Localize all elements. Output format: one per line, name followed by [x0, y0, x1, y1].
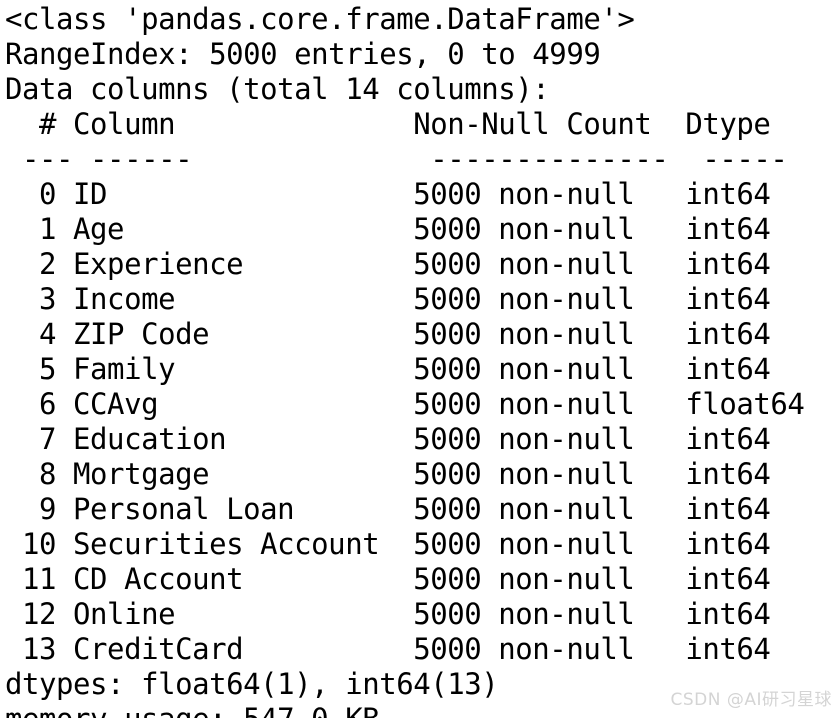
terminal-line-7: 2 Experience 5000 non-null int64 [5, 247, 771, 281]
terminal-line-4: --- ------ -------------- ----- [5, 142, 788, 176]
terminal-line-9: 4 ZIP Code 5000 non-null int64 [5, 317, 771, 351]
terminal-line-14: 9 Personal Loan 5000 non-null int64 [5, 492, 771, 526]
terminal-line-6: 1 Age 5000 non-null int64 [5, 212, 771, 246]
terminal-line-0: <class 'pandas.core.frame.DataFrame'> [5, 2, 635, 36]
terminal-line-17: 12 Online 5000 non-null int64 [5, 597, 771, 631]
terminal-line-1: RangeIndex: 5000 entries, 0 to 4999 [5, 37, 601, 71]
terminal-line-12: 7 Education 5000 non-null int64 [5, 422, 771, 456]
terminal-line-2: Data columns (total 14 columns): [5, 72, 550, 106]
terminal-line-8: 3 Income 5000 non-null int64 [5, 282, 771, 316]
terminal-output-text: <class 'pandas.core.frame.DataFrame'> Ran… [5, 2, 805, 718]
terminal-line-3: # Column Non-Null Count Dtype [5, 107, 771, 141]
terminal-line-10: 5 Family 5000 non-null int64 [5, 352, 771, 386]
terminal-line-16: 11 CD Account 5000 non-null int64 [5, 562, 771, 596]
terminal-line-18: 13 CreditCard 5000 non-null int64 [5, 632, 771, 666]
terminal-line-15: 10 Securities Account 5000 non-null int6… [5, 527, 771, 561]
terminal-line-11: 6 CCAvg 5000 non-null float64 [5, 387, 805, 421]
terminal-line-5: 0 ID 5000 non-null int64 [5, 177, 771, 211]
dataframe-info-output-screen: <class 'pandas.core.frame.DataFrame'> Ran… [0, 0, 840, 718]
terminal-line-13: 8 Mortgage 5000 non-null int64 [5, 457, 771, 491]
csdn-watermark: CSDN @AI研习星球 [670, 690, 832, 710]
